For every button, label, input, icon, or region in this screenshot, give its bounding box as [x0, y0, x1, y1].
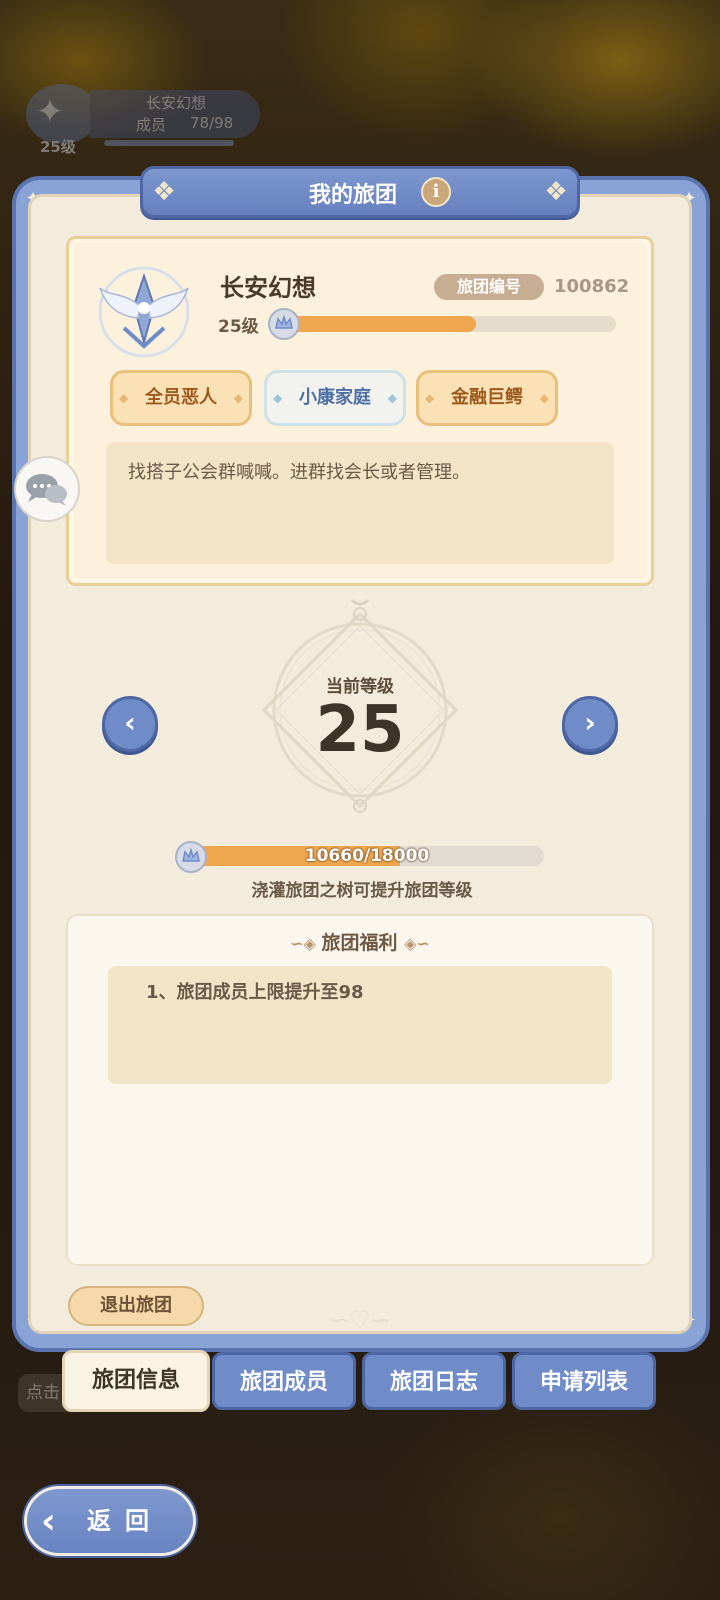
- chat-bubble-icon: [26, 474, 67, 506]
- guild-level: 25级: [218, 317, 259, 337]
- chat-button[interactable]: [14, 456, 80, 522]
- background-guild-name: 长安幻想: [146, 94, 207, 112]
- benefits-title: 旅团福利: [321, 932, 398, 954]
- info-icon[interactable]: i: [421, 177, 451, 207]
- guild-tag: ◆ 全员恶人 ◆: [110, 370, 252, 426]
- diamond-icon: ◆: [119, 391, 129, 405]
- background-guild-progress: [104, 140, 234, 146]
- diamond-icon: ◆: [387, 391, 397, 405]
- tab-guild-info[interactable]: 旅团信息: [62, 1350, 210, 1412]
- guild-tag: ◆ 小康家庭 ◆: [264, 370, 406, 426]
- footer-ornament-icon: ∽♡∽: [329, 1306, 391, 1334]
- diamond-icon: ◆: [539, 391, 549, 405]
- chevron-right-icon: ›: [584, 706, 596, 739]
- back-button[interactable]: ‹ 返回: [24, 1486, 196, 1556]
- diamond-icon: ◆: [425, 391, 435, 405]
- guild-tag: ◆ 金融巨鳄 ◆: [416, 370, 558, 426]
- back-button-label: 返回: [87, 1507, 163, 1535]
- ornament-right-icon: ❖: [544, 177, 568, 207]
- guild-exp-fill: [290, 316, 476, 332]
- level-crown-icon: [175, 841, 207, 873]
- tree-hint: 浇灌旅团之树可提升旅团等级: [251, 881, 473, 901]
- current-level-value: 25: [315, 693, 405, 767]
- ornament-left-icon: ❖: [152, 177, 176, 207]
- background-guild-members-label: 成员: [136, 116, 167, 134]
- panel-title: 我的旅团: [308, 183, 397, 208]
- guild-tag-label: 全员恶人: [145, 387, 217, 408]
- background-guild-level: 25级: [40, 138, 76, 156]
- tab-application-list[interactable]: 申请列表: [512, 1352, 656, 1410]
- back-arrow-icon: ‹: [41, 1501, 56, 1542]
- guild-name: 长安幻想: [220, 274, 316, 302]
- tab-guild-members[interactable]: 旅团成员: [212, 1352, 356, 1410]
- guild-id-label: 旅团编号: [434, 274, 544, 300]
- chevron-left-icon: ‹: [124, 706, 136, 739]
- ornament-right-icon: ◈∽: [404, 934, 430, 953]
- benefit-item: 1、旅团成员上限提升至98: [146, 982, 364, 1003]
- guild-tag-label: 金融巨鳄: [451, 387, 523, 408]
- level-crown-icon: [268, 308, 300, 340]
- background-guild-members-count: 78/98: [190, 114, 234, 132]
- panel-title-plate: ❖ 我的旅团 i ❖: [140, 166, 580, 218]
- guild-emblem-icon: [98, 266, 190, 358]
- guild-id-value: 100862: [554, 276, 630, 297]
- wing-icon: ✦: [35, 92, 65, 132]
- guild-tag-label: 小康家庭: [299, 387, 371, 408]
- tab-guild-log[interactable]: 旅团日志: [362, 1352, 506, 1410]
- guild-description: 找搭子公会群喊喊。进群找会长或者管理。: [106, 442, 614, 564]
- background-guild-badge: ✦ 长安幻想 成员 78/98 25级: [14, 84, 260, 156]
- diamond-icon: ◆: [233, 391, 243, 405]
- ornament-left-icon: ∽◈: [290, 934, 322, 953]
- next-level-button[interactable]: ›: [562, 696, 618, 752]
- tree-exp-text: 10660/18000: [304, 846, 430, 866]
- diamond-icon: ◆: [273, 391, 283, 405]
- benefits-header: ∽◈ 旅团福利 ◈∽: [250, 928, 470, 955]
- previous-level-button[interactable]: ‹: [102, 696, 158, 752]
- guild-exp-bar: [290, 316, 616, 332]
- quit-guild-button[interactable]: 退出旅团: [68, 1286, 204, 1326]
